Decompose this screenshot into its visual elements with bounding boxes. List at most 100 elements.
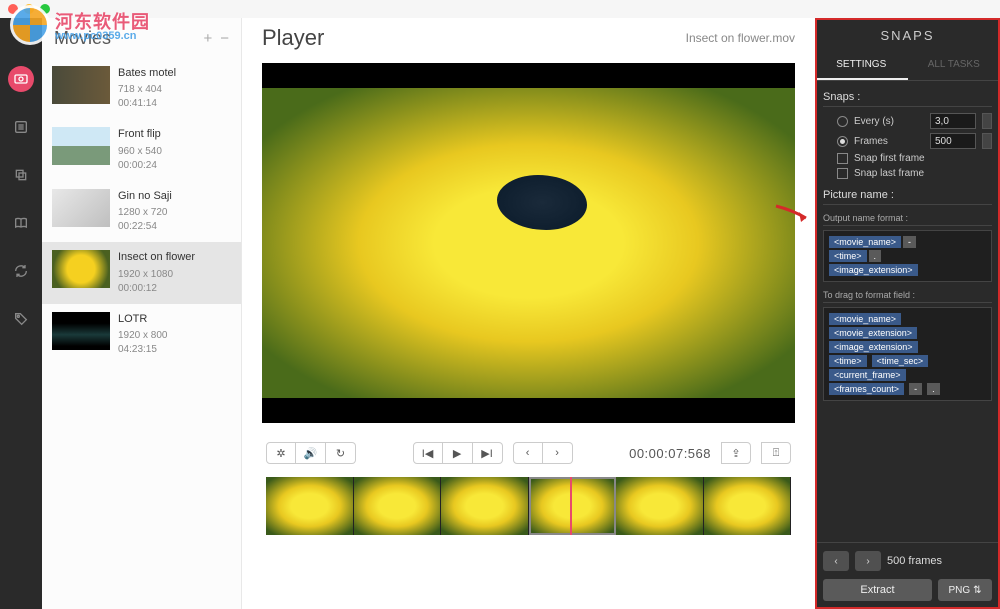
left-icon-bar [0,18,42,609]
format-tag[interactable]: <image_extension> [829,264,918,276]
book-icon[interactable] [8,210,34,236]
drag-tag[interactable]: <movie_name> [829,313,901,325]
movies-title: Movies [54,28,111,49]
frames-input[interactable] [930,133,976,149]
volume-icon[interactable]: 🔊 [296,442,326,464]
output-format-field[interactable]: <movie_name>- <time>. <image_extension> [823,230,992,282]
video-viewport[interactable] [262,63,795,423]
filmstrip-frame-current[interactable] [529,477,617,535]
movie-dims: 1920 x 800 [118,329,168,343]
frame-count-label: 500 frames [887,555,942,567]
drag-tag[interactable]: <time_sec> [872,355,929,367]
movie-dims: 960 x 540 [118,145,162,159]
filmstrip-frame[interactable] [704,477,792,535]
drag-tag[interactable]: <time> [829,355,867,367]
drag-tag[interactable]: <movie_extension> [829,327,917,339]
remove-movie-icon[interactable]: − [220,30,229,47]
settings-icon[interactable]: ✲ [266,442,296,464]
format-tag[interactable]: . [869,250,882,262]
close-window-icon[interactable] [8,4,18,14]
movie-dims: 1280 x 720 [118,206,172,220]
movie-thumbnail [52,127,110,165]
frames-radio[interactable] [837,136,848,147]
tab-settings[interactable]: SETTINGS [815,51,908,80]
step-forward-icon[interactable]: › [543,442,573,464]
snap-last-label: Snap last frame [854,168,992,179]
movie-duration: 00:00:12 [118,282,195,296]
share-icon[interactable]: ⍐ [761,442,791,464]
movie-duration: 00:00:24 [118,159,162,173]
snaps-panel: SNAPS SETTINGS ALL TASKS Snaps : Every (… [815,18,1000,609]
format-tag[interactable]: <movie_name> [829,236,901,248]
extract-button[interactable]: Extract [823,579,932,601]
maximize-window-icon[interactable] [40,4,50,14]
video-subject [497,175,587,230]
prev-frame-icon[interactable]: I◀ [413,442,443,464]
movie-item[interactable]: Gin no Saji 1280 x 720 00:22:54 [42,181,241,242]
output-format-label: Output name format : [823,213,992,226]
drag-tag[interactable]: <image_extension> [829,341,918,353]
drag-tag[interactable]: . [927,383,940,395]
movie-duration: 04:23:15 [118,343,168,357]
list-icon[interactable] [8,114,34,140]
snap-last-checkbox[interactable] [837,168,848,179]
every-stepper[interactable] [982,113,992,129]
movie-thumbnail [52,66,110,104]
step-back-icon[interactable]: ‹ [513,442,543,464]
filmstrip-frame[interactable] [354,477,442,535]
next-snap-icon[interactable]: › [855,551,881,571]
add-movie-icon[interactable]: + [203,30,212,47]
format-select[interactable]: PNG⇅ [938,579,992,601]
movie-title: Bates motel [118,66,176,81]
movie-duration: 00:22:54 [118,220,172,234]
format-tag[interactable]: <time> [829,250,867,262]
picture-name-section: Picture name : [823,189,992,205]
player-filename: Insect on flower.mov [686,31,795,45]
refresh-icon[interactable] [8,258,34,284]
movie-item-selected[interactable]: Insect on flower 1920 x 1080 00:00:12 [42,242,241,303]
movie-thumbnail [52,312,110,350]
export-icon[interactable]: ⇪ [721,442,751,464]
movie-thumbnail [52,250,110,288]
movie-dims: 718 x 404 [118,83,176,97]
movie-title: Front flip [118,127,162,142]
snaps-title: SNAPS [815,18,1000,51]
next-frame-icon[interactable]: ▶I [473,442,503,464]
every-radio[interactable] [837,116,848,127]
every-input[interactable] [930,113,976,129]
movie-item[interactable]: Bates motel 718 x 404 00:41:14 [42,58,241,119]
movie-title: LOTR [118,312,168,327]
play-icon[interactable]: ▶ [443,442,473,464]
titlebar [0,0,1000,18]
filmstrip-frame[interactable] [266,477,354,535]
snap-first-checkbox[interactable] [837,153,848,164]
drag-tag[interactable]: <frames_count> [829,383,904,395]
copy-icon[interactable] [8,162,34,188]
drag-tag[interactable]: <current_frame> [829,369,906,381]
frames-label: Frames [854,136,924,147]
tag-icon[interactable] [8,306,34,332]
drag-tag[interactable]: - [909,383,922,395]
drag-source-field: <movie_name> <movie_extension> <image_ex… [823,307,992,401]
filmstrip-frame[interactable] [441,477,529,535]
snap-first-label: Snap first frame [854,153,992,164]
loop-icon[interactable]: ↻ [326,442,356,464]
movie-title: Insect on flower [118,250,195,265]
movie-thumbnail [52,189,110,227]
movie-item[interactable]: LOTR 1920 x 800 04:23:15 [42,304,241,365]
tab-all-tasks[interactable]: ALL TASKS [908,51,1000,80]
movie-item[interactable]: Front flip 960 x 540 00:00:24 [42,119,241,180]
filmstrip[interactable] [262,477,795,537]
timecode: 00:00:07:568 [629,446,711,461]
player-title: Player [262,25,324,51]
prev-snap-icon[interactable]: ‹ [823,551,849,571]
chevron-updown-icon: ⇅ [973,585,981,596]
format-tag[interactable]: - [903,236,916,248]
snap-mode-icon[interactable] [8,66,34,92]
movies-panel: Movies + − Bates motel 718 x 404 00:41:1… [42,18,242,609]
frames-stepper[interactable] [982,133,992,149]
movie-title: Gin no Saji [118,189,172,204]
minimize-window-icon[interactable] [24,4,34,14]
filmstrip-frame[interactable] [616,477,704,535]
snaps-section-title: Snaps : [823,91,992,107]
